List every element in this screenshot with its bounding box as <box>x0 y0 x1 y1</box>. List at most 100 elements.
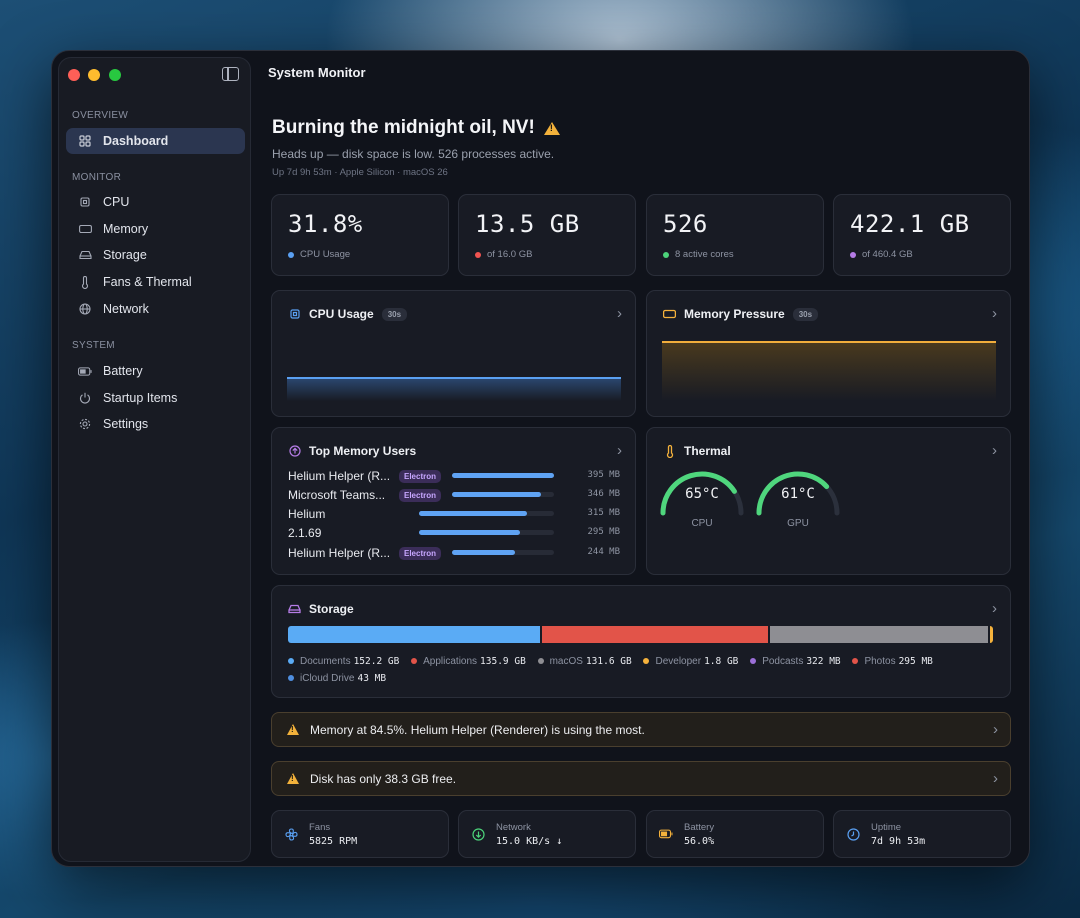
stat-card-disk[interactable]: 422.1 GB of 460.4 GB <box>833 194 1011 276</box>
mini-label: Uptime <box>871 822 902 833</box>
stat-card-cpu[interactable]: 31.8% CPU Usage <box>271 194 449 276</box>
process-tag: Electron <box>399 547 442 560</box>
power-icon <box>78 391 92 405</box>
legend-item: Podcasts 322 MB <box>750 653 841 670</box>
memory-bar <box>419 511 527 516</box>
sidebar-item-label: Storage <box>103 248 147 262</box>
sidebar-item-label: Fans & Thermal <box>103 275 192 289</box>
stat-card-memory[interactable]: 13.5 GB of 16.0 GB <box>458 194 636 276</box>
sidebar-section-system: SYSTEM <box>72 340 115 351</box>
thermal-card[interactable]: Thermal › 65°C CPU 61°C GPU <box>646 427 1011 575</box>
sidebar-item-storage[interactable]: Storage <box>66 242 245 268</box>
memory-bar <box>419 530 520 535</box>
grid-icon <box>78 134 92 148</box>
sidebar-item-cpu[interactable]: CPU <box>66 189 245 215</box>
sidebar-section-monitor: MONITOR <box>72 172 122 183</box>
uptime-value: 7d 9h 53m <box>871 836 926 847</box>
stat-label: of 460.4 GB <box>862 249 913 260</box>
arrow-up-circle-icon <box>288 445 301 458</box>
storage-segment-applications <box>542 626 768 643</box>
sidebar-item-label: Settings <box>103 417 149 431</box>
chevron-right-icon[interactable]: › <box>992 600 997 617</box>
battery-icon <box>78 364 92 378</box>
legend-value: 131.6 GB <box>585 656 632 667</box>
status-dot <box>288 251 294 258</box>
process-row[interactable]: Helium Helper (R... Electron 244 MB <box>288 546 620 560</box>
sidebar-item-settings[interactable]: Settings <box>66 411 245 437</box>
process-memory: 395 MB <box>587 470 620 480</box>
chevron-right-icon[interactable]: › <box>992 442 997 459</box>
sidebar-item-memory[interactable]: Memory <box>66 216 245 242</box>
uptime-card[interactable]: Uptime 7d 9h 53m <box>833 810 1011 858</box>
chevron-right-icon[interactable]: › <box>617 305 622 322</box>
zoom-window-button[interactable] <box>109 69 121 81</box>
close-window-button[interactable] <box>68 69 80 81</box>
sidebar-item-label: Startup Items <box>103 391 178 405</box>
card-title: Storage <box>309 602 354 616</box>
app-window: OVERVIEW Dashboard MONITOR CPU Memory St… <box>51 50 1030 867</box>
legend-label: Applications <box>423 656 478 667</box>
system-meta: Up 7d 9h 53m · Apple Silicon · macOS 26 <box>272 167 448 178</box>
legend-dot <box>643 658 650 664</box>
battery-card[interactable]: Battery 56.0% <box>646 810 824 858</box>
warning-icon <box>287 773 299 784</box>
memory-pressure-card[interactable]: Memory Pressure 30s › <box>646 290 1011 417</box>
gauge-label: GPU <box>787 518 809 529</box>
stat-value: 526 <box>663 210 708 238</box>
battery-level: 56.0% <box>684 836 715 847</box>
sidebar-item-startup-items[interactable]: Startup Items <box>66 385 245 411</box>
storage-segment-macos <box>769 626 988 643</box>
process-row[interactable]: Helium Helper (R... Electron 395 MB <box>288 469 620 483</box>
minimize-window-button[interactable] <box>88 69 100 81</box>
mini-label: Network <box>496 822 531 833</box>
storage-icon <box>288 603 301 616</box>
card-title: CPU Usage <box>309 307 374 321</box>
process-tag: Electron <box>399 489 442 502</box>
storage-segment-developer <box>989 626 993 643</box>
stat-value: 31.8% <box>288 210 363 238</box>
mini-label: Battery <box>684 822 715 833</box>
fans-card[interactable]: Fans 5825 RPM <box>271 810 449 858</box>
greeting: Burning the midnight oil, NV! Heads up —… <box>272 117 560 178</box>
legend-dot <box>537 658 544 664</box>
memory-bar <box>452 473 554 478</box>
process-row[interactable]: Microsoft Teams... Electron 346 MB <box>288 488 620 502</box>
legend-value: 152.2 GB <box>353 656 400 667</box>
legend-label: Photos <box>864 656 896 667</box>
sidebar-item-label: CPU <box>103 195 130 209</box>
memory-pressure-area <box>662 341 996 401</box>
sidebar-item-fans-thermal[interactable]: Fans & Thermal <box>66 269 245 295</box>
storage-bar <box>288 626 993 643</box>
greeting-subtitle: Heads up — disk space is low. 526 proces… <box>272 147 555 161</box>
stat-card-processes[interactable]: 526 8 active cores <box>646 194 824 276</box>
process-row[interactable]: 2.1.69 295 MB <box>288 526 620 540</box>
battery-icon <box>659 827 673 841</box>
chevron-right-icon[interactable]: › <box>992 305 997 322</box>
gpu-temperature: 61°C <box>781 486 815 502</box>
sidebar-toggle-icon[interactable] <box>222 67 239 81</box>
mini-label: Fans <box>309 822 331 833</box>
cpu-temperature: 65°C <box>685 486 719 502</box>
network-card[interactable]: Network 15.0 KB/s ↓ <box>458 810 636 858</box>
sidebar-item-battery[interactable]: Battery <box>66 358 245 384</box>
chevron-right-icon[interactable]: › <box>617 442 622 459</box>
thermometer-icon <box>663 444 676 458</box>
storage-card[interactable]: Storage › Documents 152.2 GB Applications… <box>271 585 1011 698</box>
card-title: Thermal <box>684 444 731 458</box>
alert-disk[interactable]: Disk has only 38.3 GB free. › <box>271 761 1011 796</box>
alert-memory[interactable]: Memory at 84.5%. Helium Helper (Renderer… <box>271 712 1011 747</box>
memory-bar <box>452 550 516 555</box>
memory-bar <box>452 492 542 497</box>
legend-dot <box>750 658 757 664</box>
time-window-badge: 30s <box>792 307 819 321</box>
sidebar-item-label: Battery <box>103 364 143 378</box>
top-memory-users-card[interactable]: Top Memory Users › Helium Helper (R... E… <box>271 427 636 575</box>
sidebar-item-network[interactable]: Network <box>66 296 245 322</box>
cpu-usage-card[interactable]: CPU Usage 30s › <box>271 290 636 417</box>
sidebar-item-dashboard[interactable]: Dashboard <box>66 128 245 154</box>
process-memory: 315 MB <box>587 508 620 518</box>
legend-item: Applications 135.9 GB <box>411 653 526 670</box>
sidebar-item-label: Memory <box>103 222 149 236</box>
window-title: System Monitor <box>268 65 366 80</box>
process-row[interactable]: Helium 315 MB <box>288 507 620 521</box>
